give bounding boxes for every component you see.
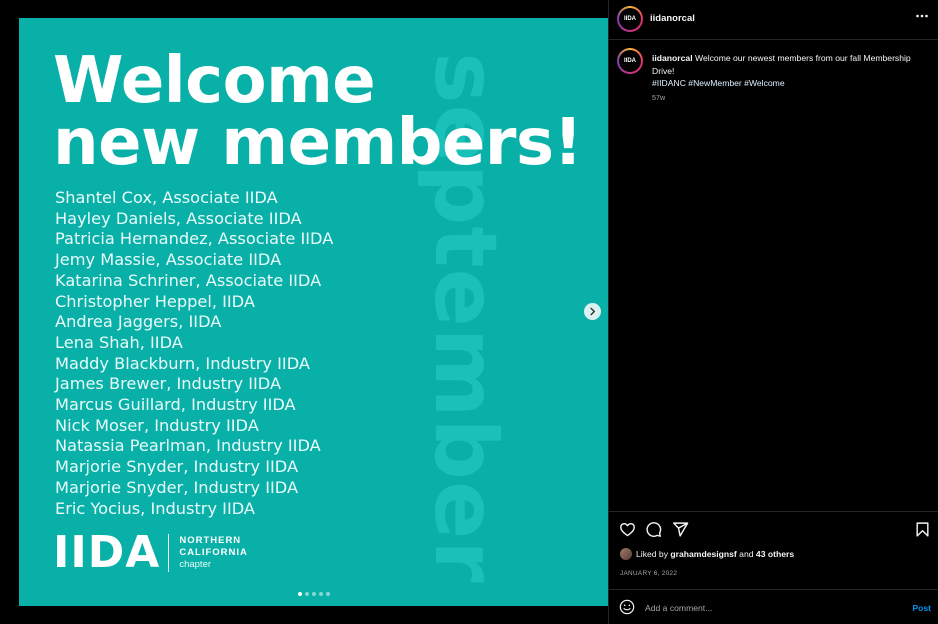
avatar-label: IIDA bbox=[619, 8, 641, 30]
likes-middle: and bbox=[736, 549, 756, 559]
member-list-item: Lena Shah, IIDA bbox=[55, 332, 183, 352]
caption-avatar[interactable]: IIDA bbox=[617, 48, 643, 74]
carousel-dot bbox=[326, 592, 330, 596]
member-list-item: Natassia Pearlman, Industry IIDA bbox=[55, 436, 321, 456]
carousel-dot bbox=[312, 592, 316, 596]
iida-logo: IIDA NORTHERN CALIFORNIA chapter bbox=[53, 527, 248, 578]
more-options-button[interactable] bbox=[915, 9, 929, 26]
member-list-item: Maddy Blackburn, Industry IIDA bbox=[55, 353, 310, 373]
post-header: IIDA iidanorcal bbox=[609, 0, 938, 40]
logo-mark: IIDA bbox=[53, 527, 161, 578]
member-list-item: Hayley Daniels, Associate IIDA bbox=[55, 208, 302, 228]
comment-bar: Post bbox=[609, 589, 938, 624]
action-bar bbox=[609, 511, 938, 546]
bookmark-icon[interactable] bbox=[914, 521, 931, 538]
liker-username-link[interactable]: grahamdesignsf bbox=[670, 549, 736, 559]
caption-timestamp: 57w bbox=[652, 93, 666, 102]
comment-input[interactable] bbox=[645, 599, 895, 617]
likes-text: Liked by grahamdesignsf and 43 others bbox=[636, 549, 794, 559]
caption-username-link[interactable]: iidanorcal bbox=[652, 53, 693, 63]
carousel-dot bbox=[298, 592, 302, 596]
more-horizontal-icon bbox=[916, 14, 928, 18]
avatar-label: IIDA bbox=[619, 50, 641, 72]
liker-avatar[interactable] bbox=[620, 548, 632, 560]
member-list-item: Eric Yocius, Industry IIDA bbox=[55, 498, 255, 518]
carousel-indicator bbox=[298, 592, 330, 596]
headline-line-1: Welcome bbox=[53, 44, 376, 118]
carousel-dot bbox=[305, 592, 309, 596]
headline: Welcome new members! bbox=[53, 44, 583, 180]
member-list-item: Christopher Heppel, IIDA bbox=[55, 291, 255, 311]
post-image[interactable]: september Welcome new members! Shantel C… bbox=[19, 18, 608, 606]
emoji-icon[interactable] bbox=[619, 599, 635, 615]
post-date: JANUARY 6, 2022 bbox=[620, 570, 678, 577]
chevron-right-icon bbox=[590, 307, 596, 316]
logo-line-northern: NORTHERN bbox=[179, 535, 242, 546]
post-side-panel: IIDA iidanorcal IIDA iidanorcal Welcome … bbox=[608, 0, 938, 624]
post-caption: iidanorcal Welcome our newest members fr… bbox=[652, 52, 922, 90]
likes-row: Liked by grahamdesignsf and 43 others bbox=[620, 548, 794, 560]
member-list-item: Katarina Schriner, Associate IIDA bbox=[55, 270, 322, 290]
member-list-item: Marjorie Snyder, Industry IIDA bbox=[55, 457, 299, 477]
member-list-item: Jemy Massie, Associate IIDA bbox=[55, 250, 282, 270]
member-list-item: Shantel Cox, Associate IIDA bbox=[55, 188, 278, 207]
carousel-next-button[interactable] bbox=[584, 303, 601, 320]
member-list-item: Marcus Guillard, Industry IIDA bbox=[55, 395, 296, 415]
carousel-dot bbox=[319, 592, 323, 596]
logo-text: NORTHERN CALIFORNIA chapter bbox=[179, 535, 248, 571]
logo-line-chapter: chapter bbox=[179, 559, 212, 570]
headline-line-2: new members! bbox=[53, 106, 583, 180]
member-list-item: Nick Moser, Industry IIDA bbox=[55, 415, 259, 435]
member-list-item: Patricia Hernandez, Associate IIDA bbox=[55, 229, 334, 249]
avatar[interactable]: IIDA bbox=[617, 6, 643, 32]
member-list-item: Andrea Jaggers, IIDA bbox=[55, 312, 222, 332]
heart-icon[interactable] bbox=[619, 521, 636, 538]
share-icon[interactable] bbox=[672, 521, 689, 538]
likes-others-link[interactable]: 43 others bbox=[756, 549, 794, 559]
member-list-item: Marjorie Snyder, Industry IIDA bbox=[55, 477, 299, 497]
logo-line-california: CALIFORNIA bbox=[179, 547, 248, 558]
post-comment-button[interactable]: Post bbox=[912, 603, 931, 613]
caption-hashtags[interactable]: #IIDANC #NewMember #Welcome bbox=[652, 78, 785, 88]
comment-icon[interactable] bbox=[645, 521, 662, 538]
likes-prefix: Liked by bbox=[636, 549, 671, 559]
logo-divider bbox=[168, 534, 170, 572]
header-username-link[interactable]: iidanorcal bbox=[650, 13, 695, 24]
member-list-item: James Brewer, Industry IIDA bbox=[55, 374, 282, 394]
member-list: Shantel Cox, Associate IIDA Hayley Daniel… bbox=[55, 188, 333, 519]
